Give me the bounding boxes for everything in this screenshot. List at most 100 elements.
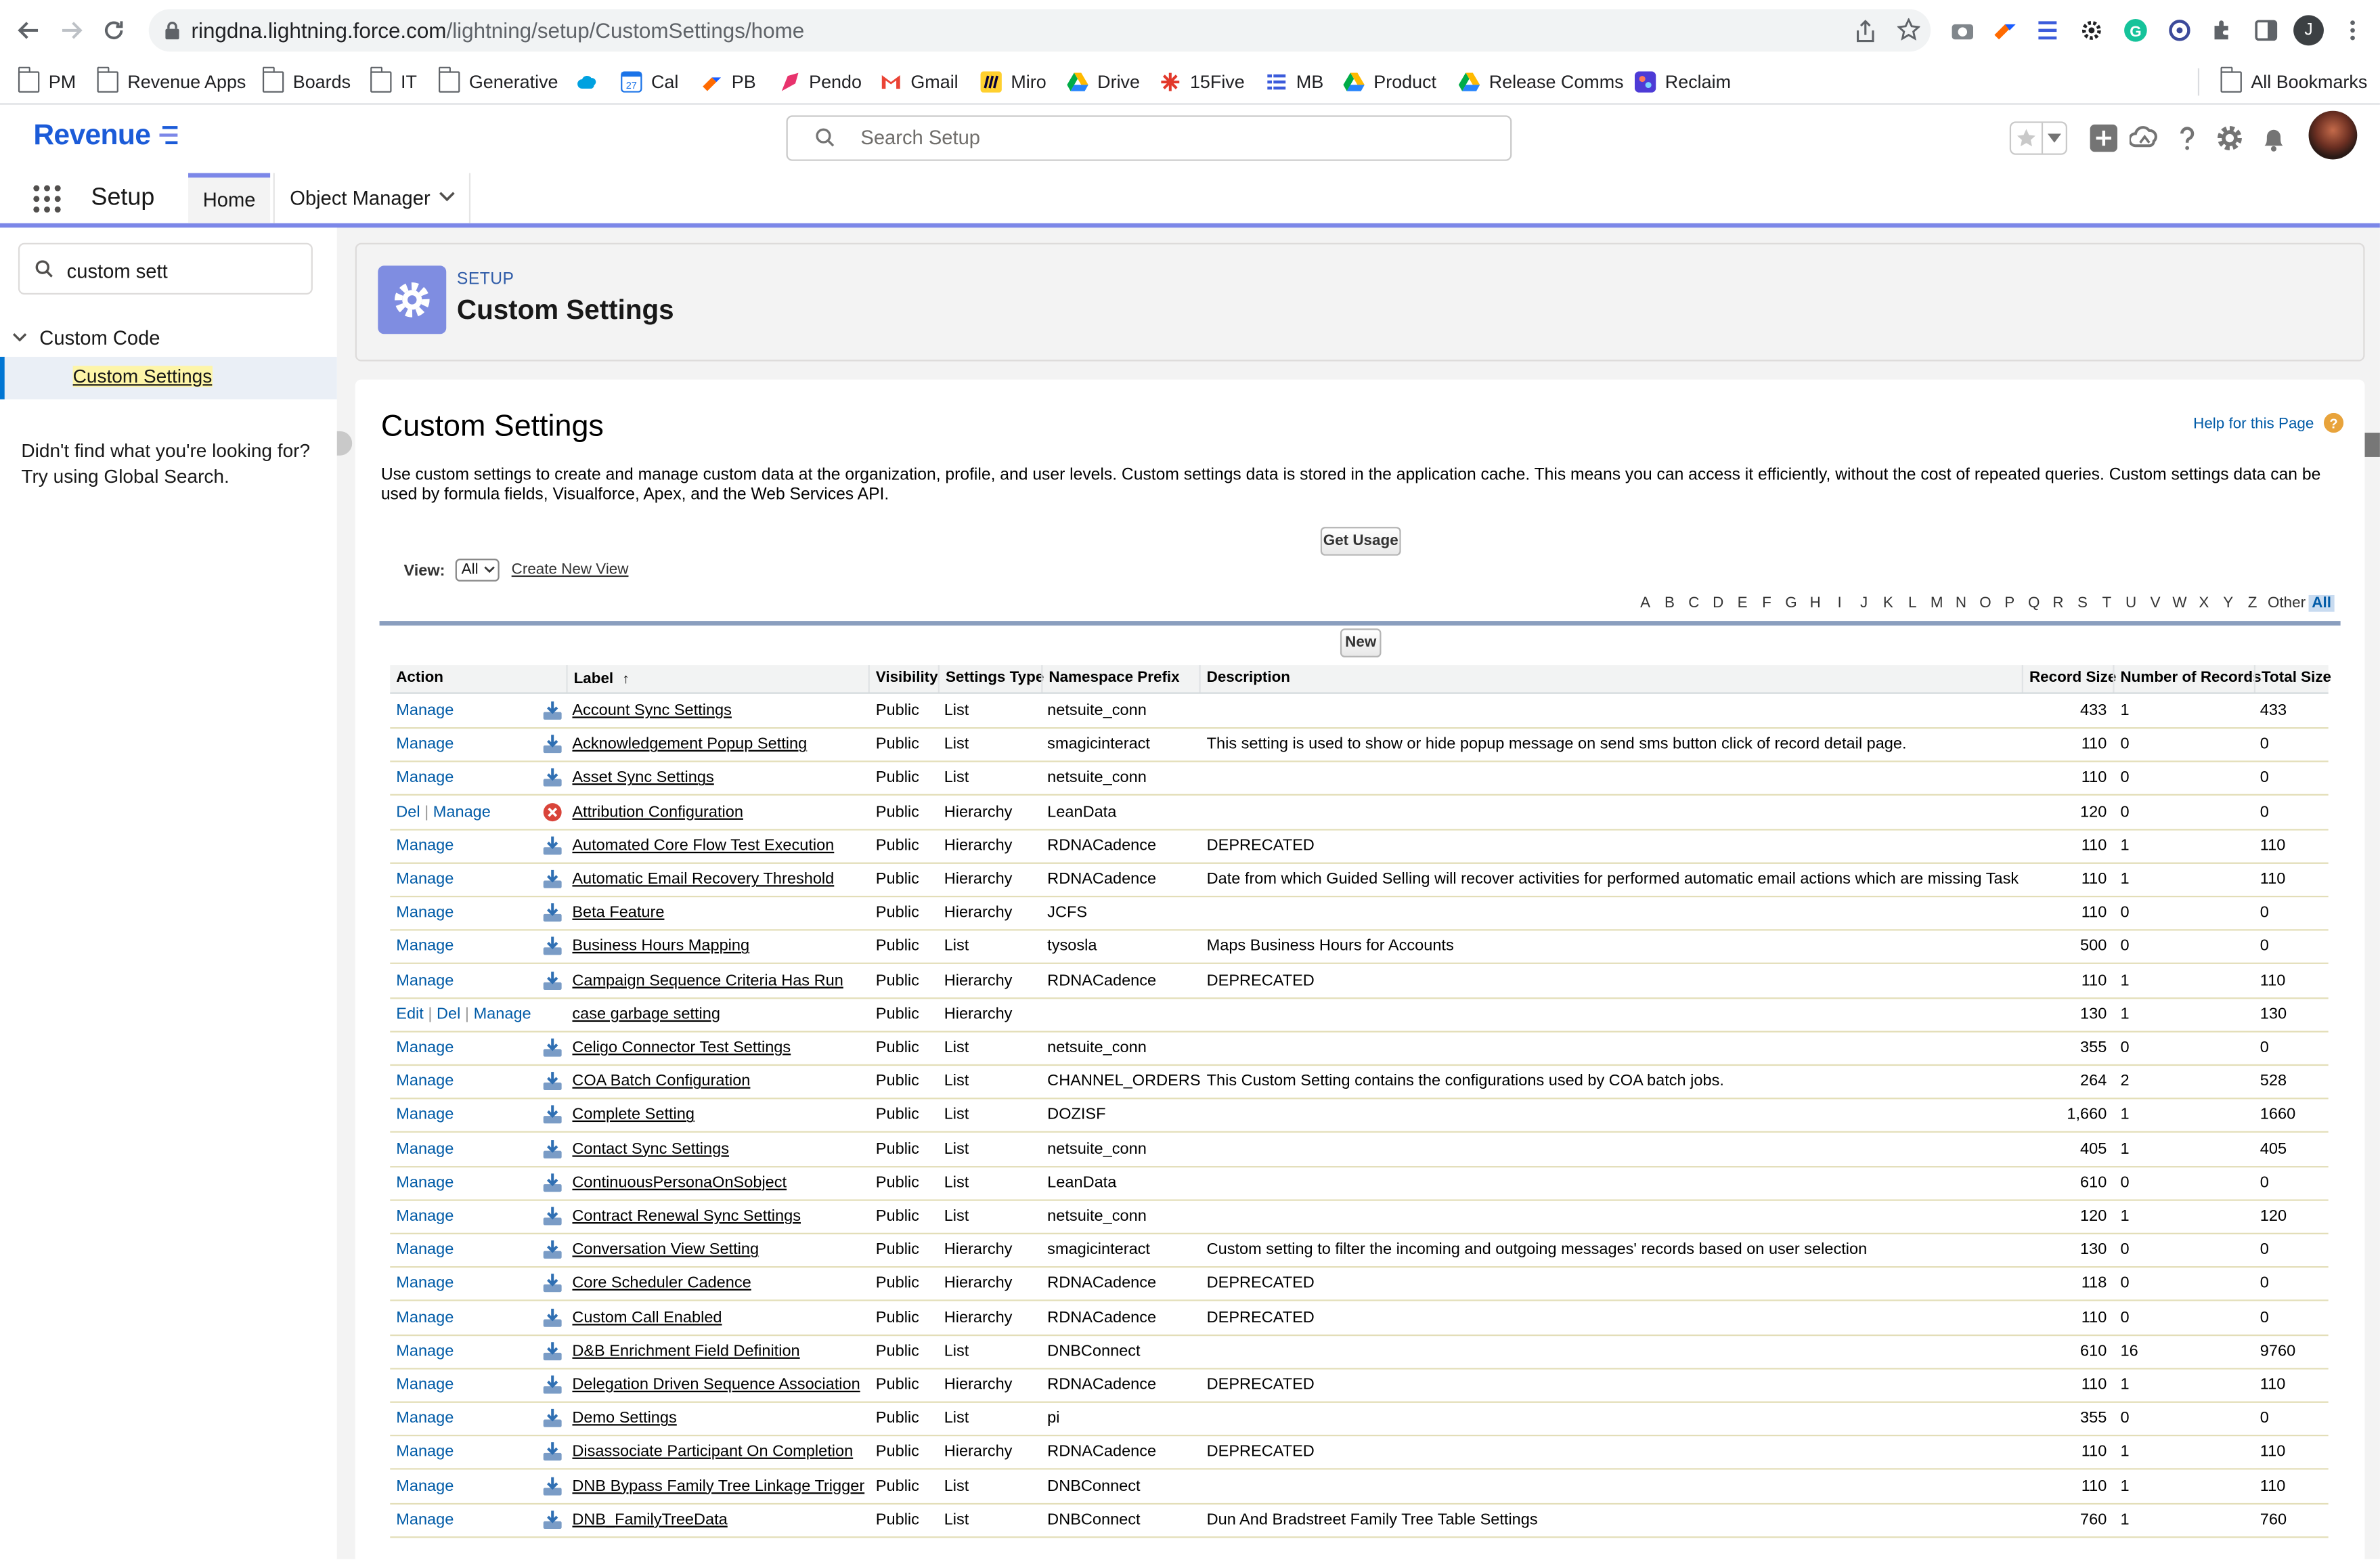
tree-item-custom-settings[interactable]: Custom Settings xyxy=(0,356,337,399)
quick-find-input[interactable] xyxy=(64,258,298,284)
setting-label-link[interactable]: Delegation Driven Sequence Association xyxy=(572,1368,868,1401)
column-header-num-records[interactable]: Number of Records xyxy=(2113,665,2262,693)
user-avatar[interactable] xyxy=(2308,110,2358,160)
tree-item-label[interactable]: Custom Settings xyxy=(72,366,213,387)
camera-extension-icon[interactable] xyxy=(1950,18,1975,43)
side-panel-icon[interactable] xyxy=(2254,18,2278,43)
alpha-filter-all[interactable]: All xyxy=(2308,594,2335,612)
setting-label-link[interactable]: Complete Setting xyxy=(572,1098,868,1131)
alpha-filter-j[interactable]: J xyxy=(1852,595,1876,612)
manage-link[interactable]: Manage xyxy=(396,768,454,787)
setting-label-link[interactable]: Conversation View Setting xyxy=(572,1233,868,1266)
bookmark-drive[interactable]: Drive xyxy=(1067,67,1140,98)
setting-label-link[interactable]: Contact Sync Settings xyxy=(572,1132,868,1165)
manage-link[interactable]: Manage xyxy=(396,904,454,922)
del-link[interactable]: Del xyxy=(437,1005,460,1023)
bookmark-cal[interactable]: 27 Cal xyxy=(621,67,678,98)
bookmark-gmail[interactable]: Gmail xyxy=(881,67,958,98)
reload-icon[interactable] xyxy=(100,17,127,44)
manage-link[interactable]: Manage xyxy=(396,1477,454,1495)
alpha-filter-f[interactable]: F xyxy=(1755,595,1779,612)
notifications-bell-icon[interactable] xyxy=(2259,123,2289,154)
browser-menu-icon[interactable] xyxy=(2341,18,2365,43)
help-question-icon[interactable]: ? xyxy=(2324,412,2344,433)
manage-link[interactable]: Manage xyxy=(396,1072,454,1090)
alpha-filter-v[interactable]: V xyxy=(2143,595,2167,612)
grammarly-extension-icon[interactable]: G xyxy=(2123,18,2148,43)
setting-label-link[interactable]: Celigo Connector Test Settings xyxy=(572,1031,868,1064)
setting-label-link[interactable]: Demo Settings xyxy=(572,1402,868,1435)
back-icon[interactable] xyxy=(15,17,42,44)
manage-link[interactable]: Manage xyxy=(396,1106,454,1124)
tab-home[interactable]: Home xyxy=(188,173,271,223)
settings-gear-icon[interactable] xyxy=(2215,123,2245,154)
setting-label-link[interactable]: Acknowledgement Popup Setting xyxy=(572,727,868,760)
tab-object-manager[interactable]: Object Manager xyxy=(273,173,471,223)
alpha-filter-t[interactable]: T xyxy=(2094,595,2119,612)
setup-search-input[interactable] xyxy=(857,124,1471,150)
setting-label-link[interactable]: Custom Call Enabled xyxy=(572,1301,868,1334)
bookmark-boards[interactable]: Boards xyxy=(262,66,351,98)
alpha-filter-c[interactable]: C xyxy=(1681,595,1706,612)
alpha-filter-other[interactable]: Other xyxy=(2265,595,2309,612)
setting-label-link[interactable]: Automated Core Flow Test Execution xyxy=(572,829,868,862)
column-header-ns[interactable]: Namespace Prefix xyxy=(1041,665,1199,693)
alpha-filter-r[interactable]: R xyxy=(2046,595,2071,612)
setting-label-link[interactable]: Contract Renewal Sync Settings xyxy=(572,1199,868,1232)
manage-link[interactable]: Manage xyxy=(474,1005,531,1023)
setting-label-link[interactable]: Disassociate Participant On Completion xyxy=(572,1435,868,1469)
alpha-filter-w[interactable]: W xyxy=(2167,595,2192,612)
alpha-filter-d[interactable]: D xyxy=(1706,595,1730,612)
bookmark-pm[interactable]: PM xyxy=(18,66,76,98)
extensions-puzzle-icon[interactable] xyxy=(2210,18,2234,43)
column-header-visibility[interactable]: Visibility xyxy=(868,665,938,693)
trailhead-cloud-icon[interactable] xyxy=(2129,123,2160,154)
forward-icon[interactable] xyxy=(58,17,85,44)
bookmark-product[interactable]: Product xyxy=(1343,67,1436,98)
bookmark-generative[interactable]: Generative xyxy=(438,66,558,98)
column-header-record-size[interactable]: Record Size xyxy=(2021,665,2116,693)
manage-link[interactable]: Manage xyxy=(396,937,454,955)
favorites-dropdown-icon[interactable] xyxy=(2047,133,2062,143)
setting-label-link[interactable]: COA Batch Configuration xyxy=(572,1064,868,1098)
bookmark-star-icon[interactable] xyxy=(1897,18,1920,41)
alpha-filter-q[interactable]: Q xyxy=(2022,595,2046,612)
setting-label-link[interactable]: Asset Sync Settings xyxy=(572,761,868,794)
help-question-icon[interactable] xyxy=(2172,123,2203,154)
alpha-filter-x[interactable]: X xyxy=(2192,595,2216,612)
alpha-filter-m[interactable]: M xyxy=(1924,595,1949,612)
view-select[interactable]: All xyxy=(455,559,500,582)
manage-link[interactable]: Manage xyxy=(396,870,454,888)
alpha-filter-y[interactable]: Y xyxy=(2216,595,2241,612)
manage-link[interactable]: Manage xyxy=(396,1173,454,1192)
revenue-logo[interactable]: Revenue xyxy=(33,120,181,153)
alpha-filter-l[interactable]: L xyxy=(1900,595,1924,612)
manage-link[interactable]: Manage xyxy=(396,735,454,754)
manage-link[interactable]: Manage xyxy=(396,1511,454,1529)
favorites-star-icon[interactable] xyxy=(2016,127,2037,148)
all-bookmarks[interactable]: All Bookmarks xyxy=(2220,66,2367,98)
column-header-total[interactable]: Total Size xyxy=(2253,665,2331,693)
global-actions-plus-icon[interactable] xyxy=(2088,123,2119,154)
scrollbar-thumb[interactable] xyxy=(2364,433,2380,457)
edit-link[interactable]: Edit xyxy=(396,1005,424,1023)
bookmark-15five[interactable]: 15Five xyxy=(1160,67,1245,98)
bookmark-mb[interactable]: MB xyxy=(1266,67,1323,98)
setting-label-link[interactable]: Campaign Sequence Criteria Has Run xyxy=(572,963,868,997)
get-usage-button[interactable]: Get Usage xyxy=(1320,527,1401,556)
column-header-action[interactable]: Action xyxy=(390,665,566,692)
bookmark-pb[interactable]: PB xyxy=(701,67,756,98)
setting-label-link[interactable]: Core Scheduler Cadence xyxy=(572,1267,868,1300)
manage-link[interactable]: Manage xyxy=(396,1039,454,1057)
tracking-extension-icon[interactable] xyxy=(2167,18,2192,43)
setting-label-link[interactable]: Business Hours Mapping xyxy=(572,930,868,963)
column-header-desc[interactable]: Description xyxy=(1199,665,2021,693)
alpha-filter-b[interactable]: B xyxy=(1658,595,1682,612)
create-new-view-link[interactable]: Create New View xyxy=(512,562,629,579)
column-header-label[interactable]: Label ↑ xyxy=(566,665,868,693)
alpha-filter-o[interactable]: O xyxy=(1973,595,1998,612)
address-bar[interactable]: ringdna.lightning.force.com/lightning/se… xyxy=(148,9,1931,52)
list-extension-icon[interactable] xyxy=(2035,18,2060,43)
del-link[interactable]: Del xyxy=(396,802,420,821)
bookmark-salesforce[interactable] xyxy=(577,67,607,98)
